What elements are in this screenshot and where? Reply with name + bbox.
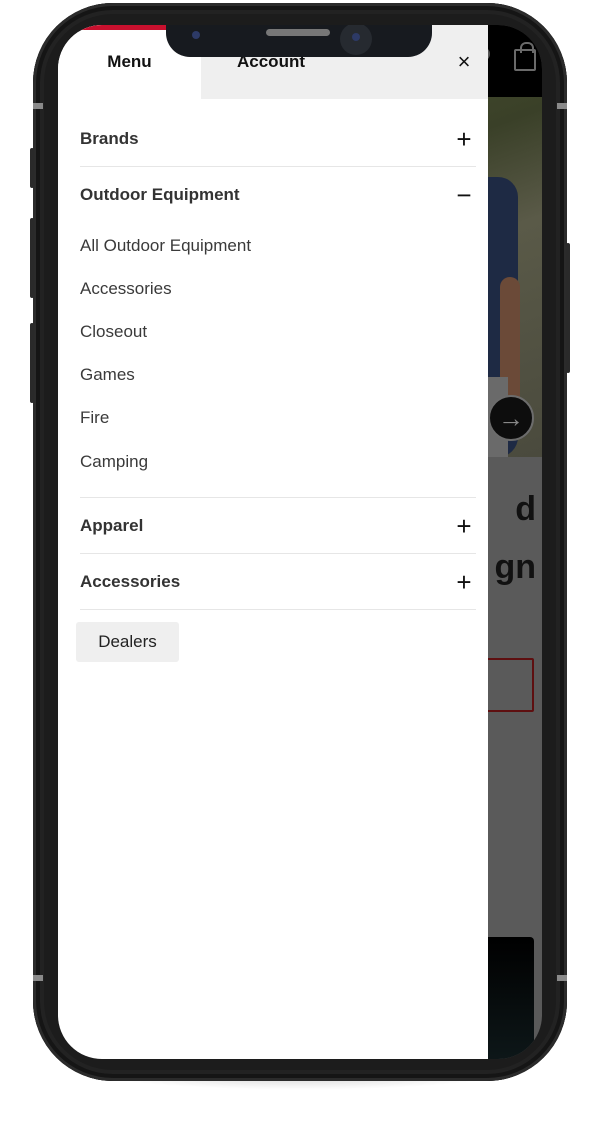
menu-section-outdoor-equipment: Outdoor Equipment − All Outdoor Equipmen… — [80, 167, 476, 499]
minus-icon: − — [456, 179, 472, 210]
section-title: Apparel — [80, 515, 144, 535]
section-title: Brands — [80, 128, 139, 148]
section-title: Outdoor Equipment — [80, 184, 240, 204]
outdoor-equipment-links: All Outdoor Equipment Accessories Closeo… — [80, 222, 476, 497]
brand-accent-bar — [78, 25, 168, 30]
plus-icon: + — [456, 123, 472, 154]
menu-drawer: Menu Account × Brands + Outdoor Equipmen… — [58, 25, 488, 1059]
close-icon: × — [457, 49, 471, 74]
section-title: Accessories — [80, 571, 181, 591]
close-menu-button[interactable]: × — [452, 49, 476, 74]
phone-antenna-band — [33, 975, 43, 981]
shopping-bag-icon[interactable] — [514, 42, 536, 71]
notch-sensor — [192, 31, 200, 39]
phone-antenna-band — [557, 103, 567, 109]
section-toggle-accessories[interactable]: Accessories + — [80, 554, 476, 609]
notch-speaker — [266, 29, 330, 36]
link-closeout[interactable]: Closeout — [80, 310, 476, 353]
plus-icon: + — [456, 566, 472, 597]
section-toggle-outdoor-equipment[interactable]: Outdoor Equipment − — [80, 167, 476, 222]
arrow-right-icon: → — [498, 403, 524, 433]
camera-lens — [352, 33, 360, 41]
link-all-outdoor-equipment[interactable]: All Outdoor Equipment — [80, 224, 476, 267]
phone-power-button — [566, 243, 570, 373]
carousel-next-button[interactable]: → — [488, 395, 534, 441]
tab-menu-label: Menu — [107, 52, 152, 71]
menu-section-apparel: Apparel + — [80, 498, 476, 555]
phone-antenna-band — [557, 975, 567, 981]
link-accessories[interactable]: Accessories — [80, 267, 476, 310]
section-toggle-brands[interactable]: Brands + — [80, 111, 476, 166]
link-fire[interactable]: Fire — [80, 397, 476, 440]
link-games[interactable]: Games — [80, 354, 476, 397]
phone-screen: → d gn Menu Account × Brands + Outdoor E… — [58, 25, 542, 1059]
dealers-button[interactable]: Dealers — [76, 622, 179, 662]
section-toggle-apparel[interactable]: Apparel + — [80, 498, 476, 553]
phone-mute-switch — [30, 148, 34, 188]
phone-notch — [166, 25, 432, 57]
plus-icon: + — [456, 510, 472, 541]
link-camping[interactable]: Camping — [80, 440, 476, 483]
menu-section-accessories: Accessories + — [80, 554, 476, 611]
menu-list: Brands + Outdoor Equipment − All Outdoor… — [80, 111, 476, 611]
phone-volume-down — [30, 323, 34, 403]
menu-section-brands: Brands + — [80, 111, 476, 167]
phone-volume-up — [30, 218, 34, 298]
phone-antenna-band — [33, 103, 43, 109]
dealers-label: Dealers — [98, 632, 157, 651]
front-camera — [340, 25, 372, 55]
